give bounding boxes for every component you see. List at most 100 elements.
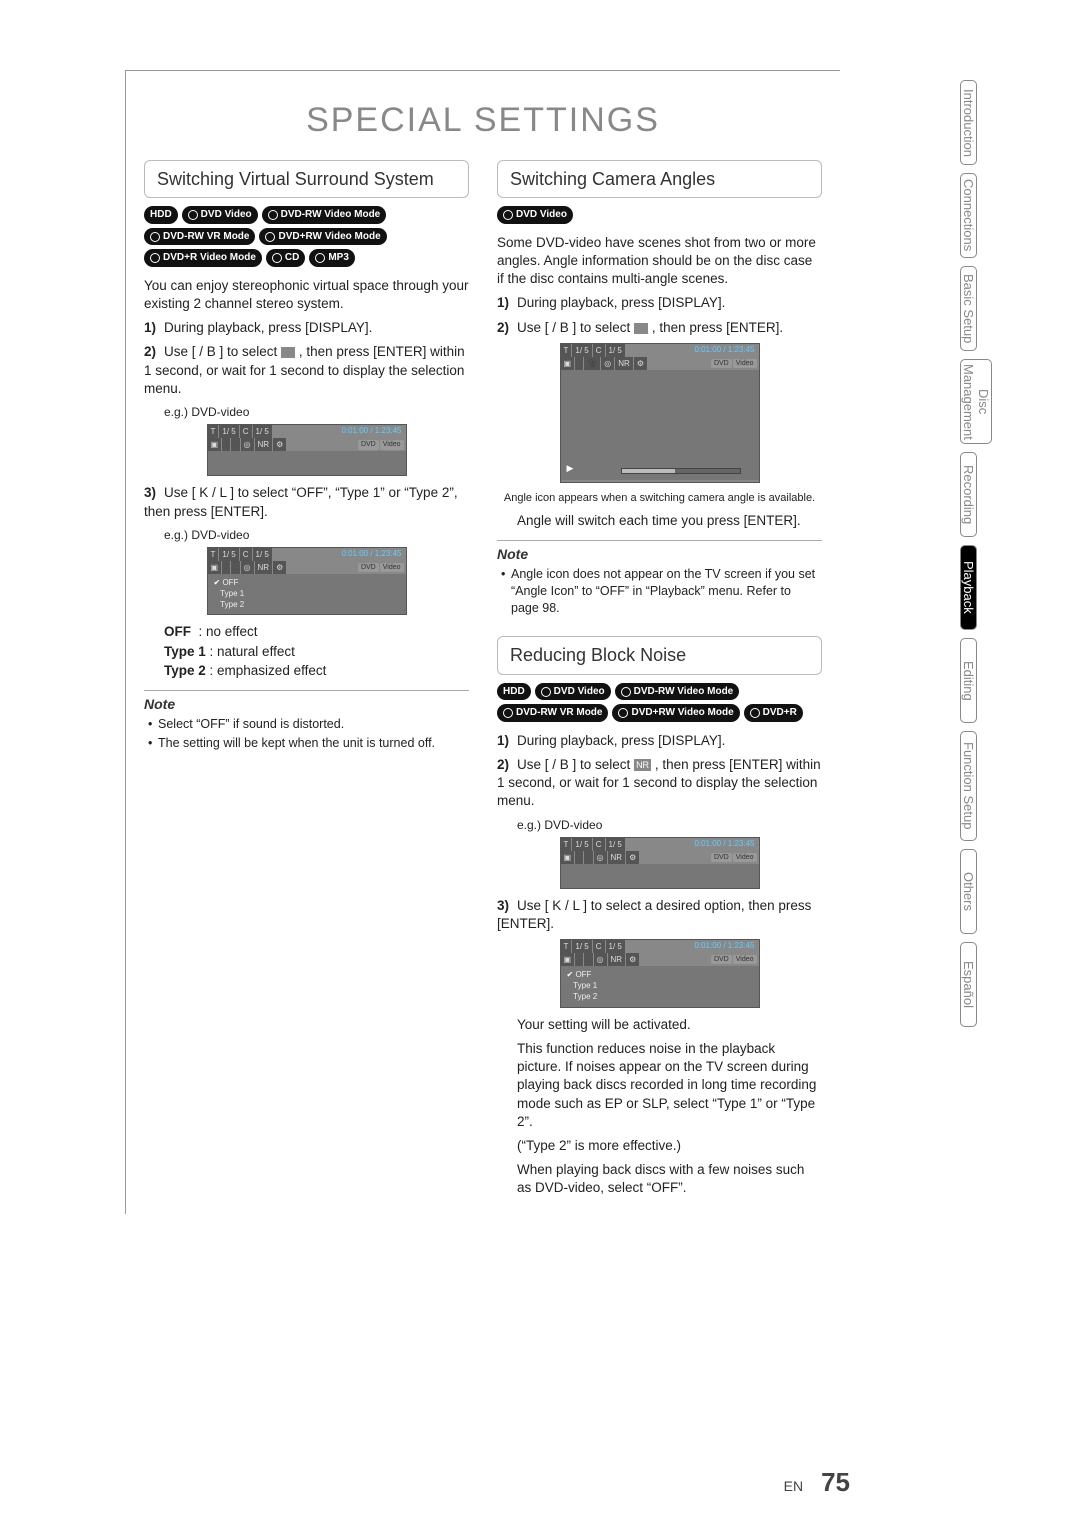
after-text: (“Type 2” is more effective.)	[517, 1137, 822, 1155]
osd-t-label: T	[208, 425, 219, 438]
osd-icon-cell: ⚙	[273, 438, 286, 451]
tab-connections[interactable]: Connections	[960, 173, 977, 258]
step-1: 1)During playback, press [DISPLAY].	[497, 732, 822, 750]
badge-dvd-rw-vr: DVD-RW VR Mode	[144, 228, 255, 246]
osd-time: 0:01:00 / 1:23:45	[341, 426, 405, 437]
osd-menu: ✔ OFF Type 1 Type 2	[567, 970, 753, 1002]
play-icon: ▶	[567, 462, 574, 474]
osd-menu: ✔ OFF Type 1 Type 2	[214, 578, 400, 610]
intro-text: You can enjoy stereophonic virtual space…	[144, 277, 469, 313]
badge-mp3: MP3	[309, 249, 355, 267]
nr-icon: NR	[634, 759, 651, 771]
osd-c-value: 1/ 5	[253, 425, 272, 438]
osd-panel-nr2: T1/ 5C1/ 5 0:01:00 / 1:23:45 ▣ ◎NR⚙ DVDV…	[560, 939, 760, 1007]
media-badges: HDD DVD Video DVD-RW Video Mode DVD-RW V…	[144, 206, 469, 267]
tab-introduction[interactable]: Introduction	[960, 80, 977, 165]
example-label: e.g.) DVD-video	[164, 527, 469, 543]
disc-icon	[503, 708, 513, 718]
page-title: SPECIAL SETTINGS	[126, 101, 840, 140]
badge-dvd-video: DVD Video	[535, 683, 611, 701]
tab-basic-setup[interactable]: Basic Setup	[960, 266, 977, 351]
tab-recording[interactable]: Recording	[960, 452, 977, 537]
manual-page: SPECIAL SETTINGS Switching Virtual Surro…	[125, 70, 840, 1214]
disc-icon	[150, 232, 160, 242]
right-column: Switching Camera Angles DVD Video Some D…	[497, 160, 822, 1204]
note-list: Select “OFF” if sound is distorted. The …	[148, 716, 469, 752]
badge-dvd-video: DVD Video	[497, 206, 573, 224]
tab-disc-management[interactable]: Disc Management	[960, 359, 992, 444]
section-header: Reducing Block Noise	[497, 636, 822, 674]
disc-icon	[272, 253, 282, 263]
osd-video-badge: Video	[380, 440, 404, 449]
intro-text: Some DVD-video have scenes shot from two…	[497, 234, 822, 289]
disc-icon	[750, 708, 760, 718]
badge-dvd+rw: DVD+RW Video Mode	[612, 704, 739, 722]
two-column-layout: Switching Virtual Surround System HDD DV…	[126, 160, 840, 1214]
disc-icon	[265, 232, 275, 242]
step-2: 2)Use [ / B ] to select NR , then press …	[497, 756, 822, 811]
osd-panel-1: T 1/ 5 C 1/ 5 0:01:00 / 1:23:45 ▣ ◎ NR ⚙…	[207, 424, 407, 476]
after-text: Angle will switch each time you press [E…	[517, 512, 822, 530]
example-label: e.g.) DVD-video	[164, 404, 469, 420]
disc-icon	[268, 210, 278, 220]
disc-icon	[541, 687, 551, 697]
osd-icon-cell	[231, 438, 239, 451]
step-2: 2)Use [ / B ] to select , then press [EN…	[497, 319, 822, 337]
option-definitions: OFF : no effect Type 1 : natural effect …	[164, 623, 469, 680]
example-label: e.g.) DVD-video	[517, 817, 822, 833]
osd-icon-cell: ▣	[208, 438, 222, 451]
section-title: Switching Camera Angles	[510, 167, 809, 191]
osd-panel-angle: T1/ 5C1/ 5 0:01:00 / 1:23:45 ▣ 🎥◎NR⚙ DVD…	[560, 343, 760, 483]
step-1: 1)During playback, press [DISPLAY].	[497, 294, 822, 312]
badge-dvd-rw-video: DVD-RW Video Mode	[262, 206, 387, 224]
badge-dvd+r: DVD+R	[744, 704, 803, 722]
osd-icon-cell	[222, 438, 230, 451]
disc-icon	[188, 210, 198, 220]
section-header: Switching Camera Angles	[497, 160, 822, 198]
progress-bar	[621, 468, 741, 474]
osd-icon	[634, 323, 648, 334]
note-list: Angle icon does not appear on the TV scr…	[501, 566, 822, 617]
osd-c-label: C	[240, 425, 252, 438]
disc-icon	[621, 687, 631, 697]
left-column: Switching Virtual Surround System HDD DV…	[144, 160, 469, 1204]
page-number: EN75	[784, 1467, 850, 1498]
badge-dvd-rw-vr: DVD-RW VR Mode	[497, 704, 608, 722]
after-text: This function reduces noise in the playb…	[517, 1040, 822, 1131]
step-2: 2)Use [ / B ] to select , then press [EN…	[144, 343, 469, 398]
section-header: Switching Virtual Surround System	[144, 160, 469, 198]
step-3: 3)Use [ K / L ] to select a desired opti…	[497, 897, 822, 933]
badge-dvd-rw-video: DVD-RW Video Mode	[615, 683, 740, 701]
note-heading: Note	[497, 540, 822, 564]
tab-editing[interactable]: Editing	[960, 638, 977, 723]
badge-hdd: HDD	[497, 683, 531, 701]
section-title: Switching Virtual Surround System	[157, 167, 456, 191]
note-item: Angle icon does not appear on the TV scr…	[501, 566, 822, 617]
osd-t-value: 1/ 5	[219, 425, 238, 438]
osd-panel-2: T 1/ 5 C 1/ 5 0:01:00 / 1:23:45 ▣ ◎NR⚙ D…	[207, 547, 407, 615]
badge-dvd+r: DVD+R Video Mode	[144, 249, 262, 267]
osd-panel-nr1: T1/ 5C1/ 5 0:01:00 / 1:23:45 ▣ ◎NR⚙ DVDV…	[560, 837, 760, 889]
media-badges: HDD DVD Video DVD-RW Video Mode DVD-RW V…	[497, 683, 822, 722]
osd-icon-cell: ◎	[241, 438, 254, 451]
step-1: 1)During playback, press [DISPLAY].	[144, 319, 469, 337]
badge-hdd: HDD	[144, 206, 178, 224]
note-item: Select “OFF” if sound is distorted.	[148, 716, 469, 733]
disc-icon	[503, 210, 513, 220]
media-badges: DVD Video	[497, 206, 822, 224]
badge-cd: CD	[266, 249, 305, 267]
after-text: Your setting will be activated.	[517, 1016, 822, 1034]
badge-dvd+rw: DVD+RW Video Mode	[259, 228, 386, 246]
osd-nr: NR	[255, 438, 273, 451]
side-tabs: Introduction Connections Basic Setup Dis…	[960, 80, 1050, 1035]
tab-espanol[interactable]: Español	[960, 942, 977, 1027]
tab-others[interactable]: Others	[960, 849, 977, 934]
tab-function-setup[interactable]: Function Setup	[960, 731, 977, 841]
note-item: The setting will be kept when the unit i…	[148, 735, 469, 752]
disc-icon	[618, 708, 628, 718]
note-heading: Note	[144, 690, 469, 714]
osd-dvd-badge: DVD	[358, 440, 379, 449]
tab-playback[interactable]: Playback	[960, 545, 977, 630]
section-title: Reducing Block Noise	[510, 643, 809, 667]
disc-icon	[150, 253, 160, 263]
